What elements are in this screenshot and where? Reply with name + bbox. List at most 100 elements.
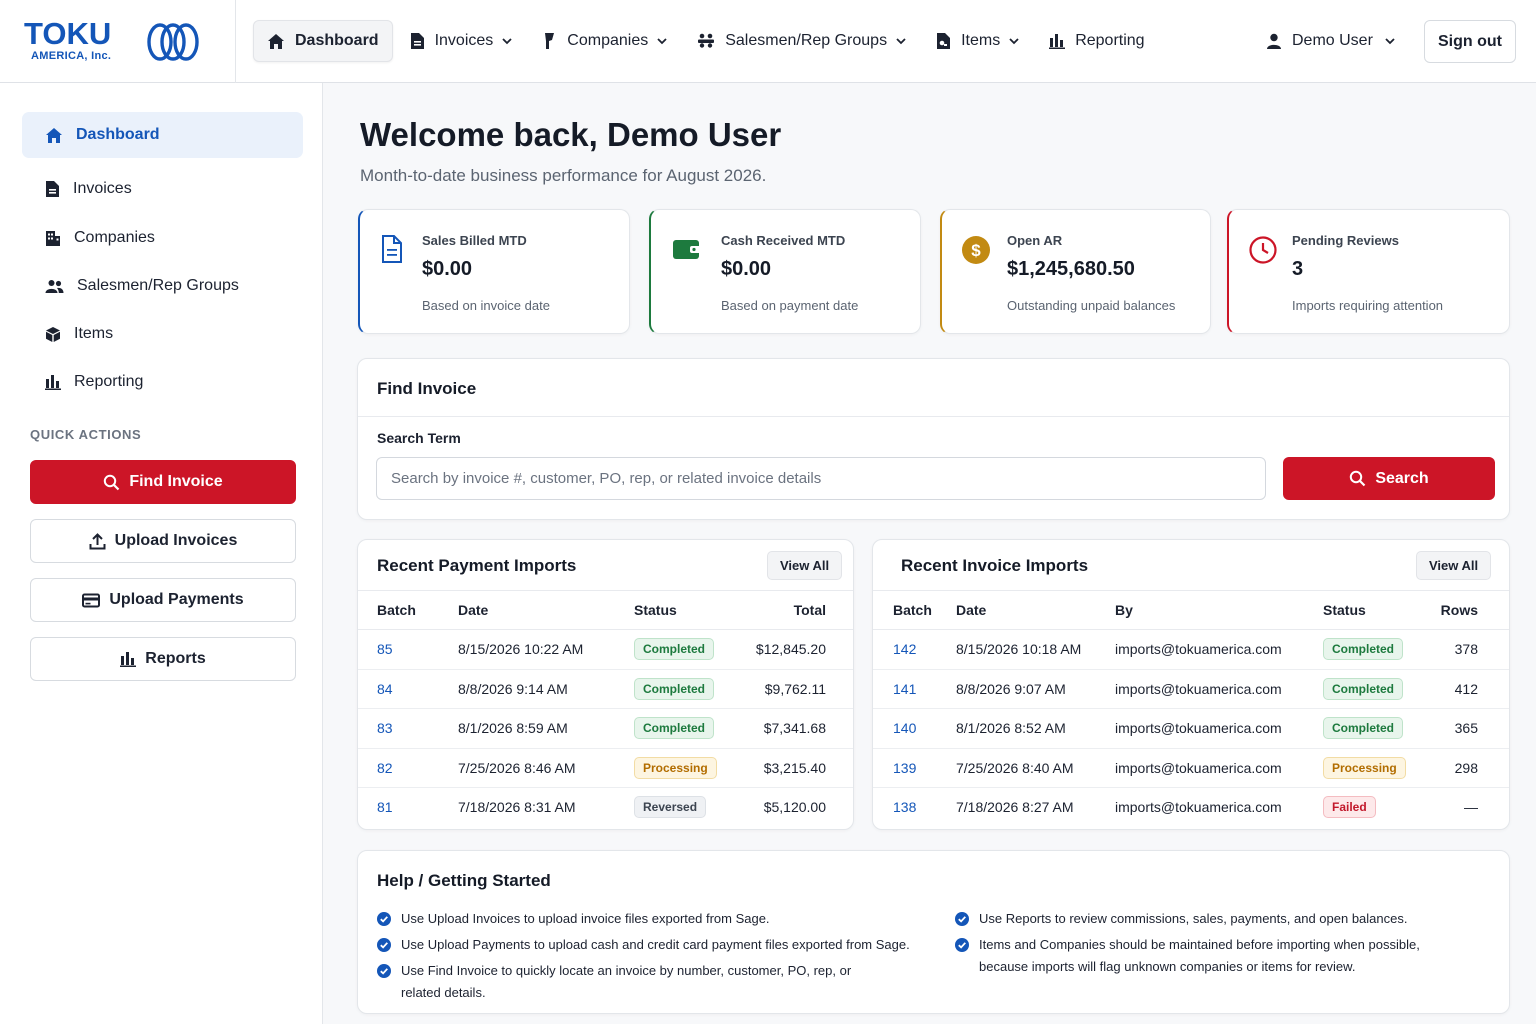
nav-items[interactable]: Items: [923, 20, 1032, 62]
batch-link[interactable]: 84: [377, 681, 393, 697]
batch-link[interactable]: 139: [893, 760, 916, 776]
kpi-note: Imports requiring attention: [1292, 298, 1444, 313]
sign-out-button[interactable]: Sign out: [1424, 20, 1516, 63]
status-badge: Completed: [1323, 677, 1404, 700]
nav-salesmen[interactable]: Salesmen/Rep Groups: [684, 20, 919, 62]
user-menu[interactable]: Demo User: [1266, 20, 1395, 62]
batch-link[interactable]: 81: [377, 799, 393, 815]
credit-card-icon: [82, 593, 101, 607]
batch-link[interactable]: 138: [893, 799, 916, 815]
date-cell: 8/1/2026 8:52 AM: [956, 720, 1066, 736]
home-icon: [46, 127, 62, 143]
column-header[interactable]: Date: [956, 602, 986, 618]
upload-invoices-button[interactable]: Upload Invoices: [30, 519, 296, 563]
nav-invoices[interactable]: Invoices: [397, 20, 526, 62]
nav-dashboard[interactable]: Dashboard: [253, 20, 393, 62]
column-header[interactable]: Status: [634, 602, 677, 618]
sidebar-item-items[interactable]: Items: [22, 311, 303, 357]
batch-link[interactable]: 140: [893, 720, 916, 736]
dollar-coin-icon: $: [962, 236, 990, 264]
view-all-invoices-button[interactable]: View All: [1416, 551, 1492, 580]
table-row[interactable]: 81 7/18/2026 8:31 AM Reversed $5,120.00: [358, 788, 853, 828]
items-icon: [937, 33, 951, 49]
chevron-down-icon: [896, 37, 906, 44]
check-circle-icon: [377, 938, 391, 952]
search-button[interactable]: Search: [1283, 457, 1495, 500]
help-title: Help / Getting Started: [377, 871, 551, 890]
users-icon: [45, 279, 64, 293]
sidebar-item-salesmen[interactable]: Salesmen/Rep Groups: [22, 263, 303, 309]
table-row[interactable]: 82 7/25/2026 8:46 AM Processing $3,215.40: [358, 749, 853, 788]
nav-reporting[interactable]: Reporting: [1036, 20, 1157, 62]
top-navbar: TOKU AMERICA, Inc. Dashboard Invoices Co…: [0, 0, 1536, 83]
batch-link[interactable]: 142: [893, 641, 916, 657]
column-header[interactable]: Batch: [377, 602, 416, 618]
table-row[interactable]: 83 8/1/2026 8:59 AM Completed $7,341.68: [358, 709, 853, 749]
table-row[interactable]: 85 8/15/2026 10:22 AM Completed $12,845.20: [358, 630, 853, 670]
column-header[interactable]: Rows: [1441, 602, 1478, 618]
batch-link[interactable]: 82: [377, 760, 393, 776]
chevron-down-icon: [502, 37, 512, 44]
nav-companies[interactable]: Companies: [529, 20, 680, 62]
batch-link[interactable]: 83: [377, 720, 393, 736]
kpi-value: $0.00: [422, 258, 473, 280]
nav-companies-label: Companies: [567, 32, 649, 49]
sidebar-item-dashboard[interactable]: Dashboard: [22, 112, 303, 158]
table-row[interactable]: 139 7/25/2026 8:40 AM imports@tokuamerica.…: [873, 749, 1509, 788]
table-row[interactable]: 142 8/15/2026 10:18 AM imports@tokuamerica…: [873, 630, 1509, 670]
view-all-payments-button[interactable]: View All: [767, 551, 843, 580]
kpi-value: $0.00: [721, 258, 772, 280]
search-icon: [104, 474, 120, 490]
kpi-label: Cash Received MTD: [721, 233, 846, 248]
find-invoice-card: Find Invoice Search Term Search: [357, 358, 1510, 520]
invoice-imports-title: Recent Invoice Imports: [901, 556, 1089, 575]
help-item: Use Reports to review commissions, sales…: [955, 908, 1455, 930]
quick-actions-heading: QUICK ACTIONS: [30, 427, 142, 442]
brand-logo[interactable]: TOKU AMERICA, Inc.: [0, 0, 236, 83]
brand-name: TOKU: [24, 16, 112, 51]
status-badge: Failed: [1323, 796, 1376, 818]
status-badge: Processing: [634, 756, 717, 779]
kpi-note: Based on invoice date: [422, 298, 550, 313]
table-row[interactable]: 84 8/8/2026 9:14 AM Completed $9,762.11: [358, 670, 853, 709]
total-cell: $5,120.00: [763, 799, 826, 815]
check-circle-icon: [955, 938, 969, 952]
check-circle-icon: [377, 964, 391, 978]
table-row[interactable]: 138 7/18/2026 8:27 AM imports@tokuamerica.…: [873, 788, 1509, 828]
upload-invoices-label: Upload Invoices: [114, 532, 238, 549]
imported-by-cell: imports@tokuamerica.com: [1115, 680, 1282, 697]
find-invoice-button[interactable]: Find Invoice: [30, 460, 296, 504]
upload-icon: [89, 532, 106, 549]
search-input[interactable]: [376, 457, 1266, 500]
sidebar-item-invoices[interactable]: Invoices: [22, 166, 303, 212]
reports-button[interactable]: Reports: [30, 637, 296, 681]
column-header[interactable]: Date: [458, 602, 488, 618]
upload-payments-button[interactable]: Upload Payments: [30, 578, 296, 622]
user-icon: [1267, 33, 1281, 49]
sidebar-item-reporting[interactable]: Reporting: [22, 359, 303, 405]
nav-salesmen-label: Salesmen/Rep Groups: [725, 32, 888, 49]
document-icon: [46, 181, 59, 197]
status-badge: Completed: [1323, 717, 1404, 739]
nav-items-label: Items: [961, 32, 1001, 49]
nav-invoices-label: Invoices: [434, 32, 494, 49]
sidebar-item-companies[interactable]: Companies: [22, 215, 303, 261]
status-badge: Reversed: [634, 796, 707, 818]
date-cell: 8/15/2026 10:18 AM: [956, 641, 1082, 657]
column-header[interactable]: Total: [794, 602, 826, 618]
sidebar-item-label: Dashboard: [76, 126, 160, 143]
help-item-text: Use Reports to review commissions, sales…: [979, 911, 1408, 926]
table-row[interactable]: 141 8/8/2026 9:07 AM imports@tokuamerica.c…: [873, 670, 1509, 709]
batch-link[interactable]: 85: [377, 641, 393, 657]
column-header[interactable]: Batch: [893, 602, 932, 618]
help-item: Items and Companies should be maintained…: [955, 934, 1455, 978]
batch-link[interactable]: 141: [893, 681, 916, 697]
upload-payments-label: Upload Payments: [109, 591, 244, 608]
rows-cell: 378: [1454, 641, 1478, 657]
table-row[interactable]: 140 8/1/2026 8:52 AM imports@tokuamerica.c…: [873, 709, 1509, 749]
column-header[interactable]: By: [1115, 602, 1133, 618]
column-header[interactable]: Status: [1323, 602, 1366, 618]
nav-dashboard-label: Dashboard: [295, 32, 379, 49]
kpi-card-open-ar: $ Open AR $1,245,680.50 Outstanding unpa…: [940, 209, 1211, 334]
help-item: Use Upload Invoices to upload invoice fi…: [377, 908, 957, 930]
